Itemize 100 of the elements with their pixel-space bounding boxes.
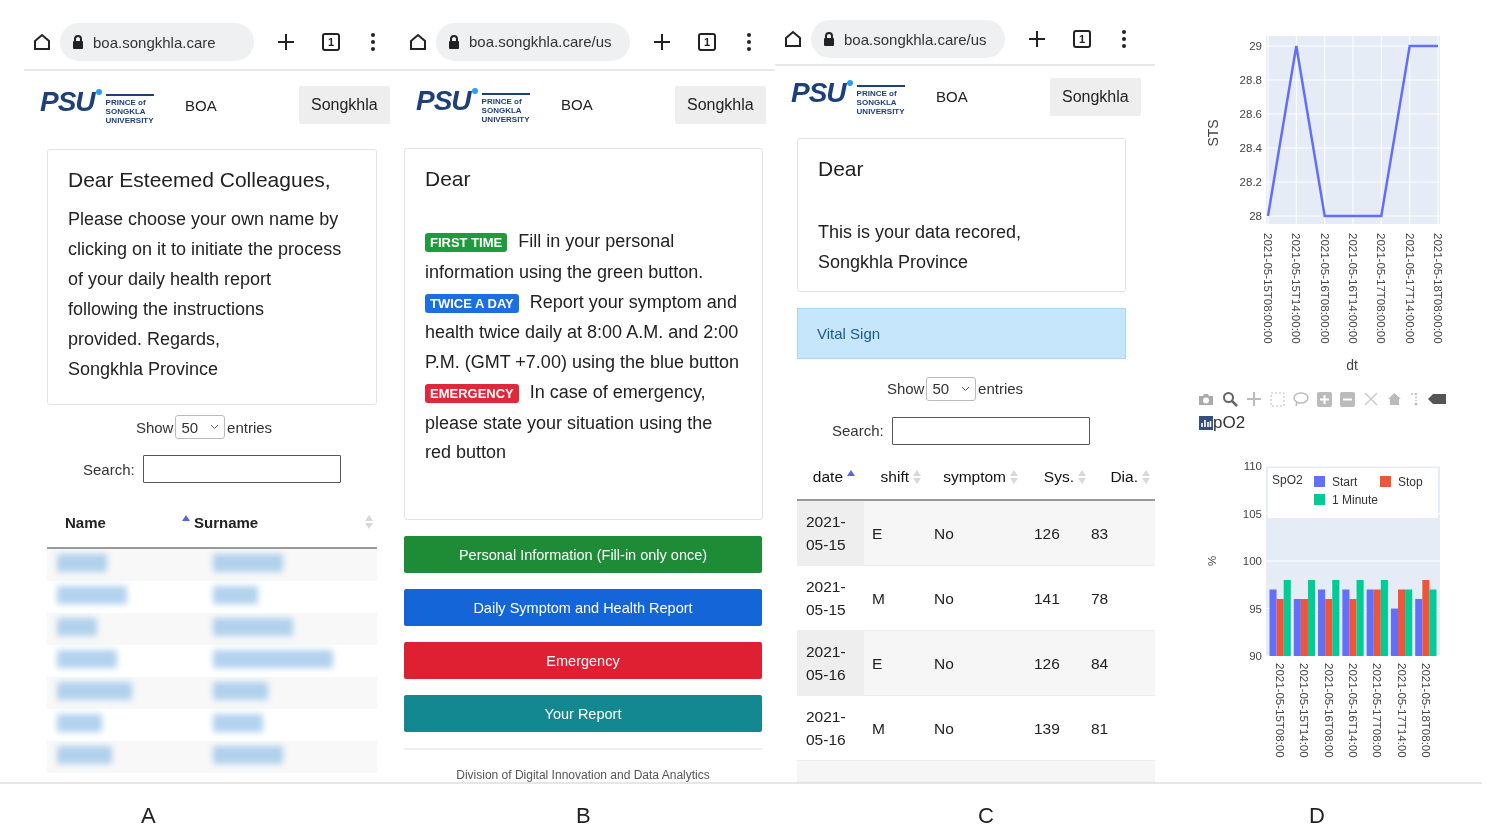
panel-label: A xyxy=(141,803,156,829)
x-axis-title: dt xyxy=(1346,357,1358,373)
address-bar[interactable]: boa.songkhla.care xyxy=(60,23,254,61)
tab-count[interactable]: 1 xyxy=(322,33,340,51)
chevron-icon xyxy=(210,424,220,430)
y-axis-title: STS xyxy=(1205,119,1221,147)
blurred-name[interactable] xyxy=(57,682,132,700)
address-bar[interactable]: boa.songkhla.care/us xyxy=(811,20,1005,59)
logo-mark: PSU xyxy=(416,85,471,117)
sort-ascending-icon[interactable] xyxy=(182,515,190,521)
tab-count[interactable]: 1 xyxy=(698,32,716,51)
home-icon[interactable] xyxy=(783,29,803,50)
section-header[interactable]: Vital Sign xyxy=(797,307,1126,359)
entries-select[interactable]: 50 xyxy=(175,415,226,439)
table-cell-text: 2021-05-16 xyxy=(805,707,847,750)
x-tick-label: 2021-05-15T08:00 xyxy=(1274,663,1287,758)
brand-link[interactable]: BOA xyxy=(561,96,675,113)
blurred-surname[interactable] xyxy=(212,618,293,636)
province-button[interactable]: Songkhla xyxy=(675,85,766,124)
column-header[interactable]: Dia. xyxy=(1110,467,1138,486)
column-header[interactable]: Surname xyxy=(194,513,259,531)
sort-icon[interactable] xyxy=(913,469,921,484)
entries-select[interactable]: 50 xyxy=(926,376,977,401)
box-select-icon[interactable] xyxy=(1270,391,1285,407)
menu-icon[interactable] xyxy=(370,32,376,52)
table-cell-text: M xyxy=(871,718,886,739)
blurred-name[interactable] xyxy=(57,554,107,572)
zoom-icon[interactable] xyxy=(1222,391,1238,407)
instruction-text: EMERGENCY In case of emergency, please state your situation using the red button xyxy=(425,380,714,465)
table-cell: 2021-05-15 xyxy=(797,501,864,565)
blurred-name[interactable] xyxy=(57,714,102,732)
action-button[interactable]: Daily Symptom and Health Report xyxy=(404,589,762,626)
column-header[interactable]: symptom xyxy=(943,467,1006,486)
show-label: Show xyxy=(886,380,925,398)
tag-icon[interactable] xyxy=(1428,394,1446,404)
lasso-icon[interactable] xyxy=(1293,391,1309,407)
x-tick-label: 2021-05-17T14:00:00 xyxy=(1403,233,1416,344)
blurred-name[interactable] xyxy=(57,586,127,604)
x-tick-label: 2021-05-17T14:00 xyxy=(1395,663,1408,758)
url-text: boa.songkhla.care xyxy=(93,33,216,51)
brand-link[interactable]: BOA xyxy=(185,96,299,114)
action-button[interactable]: Personal Information (Fill-in only once) xyxy=(404,536,762,573)
table-cell-text: E xyxy=(871,653,884,674)
autoscale-icon[interactable] xyxy=(1363,391,1379,407)
search-field[interactable] xyxy=(142,455,341,483)
column-header[interactable]: shift xyxy=(880,467,909,486)
x-tick-label: 2021-05-15T14:00 xyxy=(1298,663,1311,758)
search-field[interactable] xyxy=(891,416,1090,445)
x-tick-label: 2021-05-18T08:00:00 xyxy=(1432,233,1444,344)
action-button[interactable]: Emergency xyxy=(404,642,762,679)
y-tick-label: 28.2 xyxy=(1239,176,1262,188)
column-header[interactable]: Name xyxy=(65,513,106,531)
legend-item[interactable]: 1 Minute xyxy=(1314,493,1379,507)
blurred-name[interactable] xyxy=(57,746,112,764)
table-cell-text: 84 xyxy=(1091,653,1110,674)
sort-icon[interactable] xyxy=(1142,469,1150,484)
province-button[interactable]: Songkhla xyxy=(1050,77,1141,116)
legend-title: SpO2 xyxy=(1272,473,1304,487)
message-text: Please choose your own name by clicking on it to initiate the process of your daily health report following the instructions provided. Regards, xyxy=(68,208,342,351)
blurred-surname[interactable] xyxy=(212,650,333,668)
spike-icon[interactable] xyxy=(1410,392,1420,406)
legend-item[interactable]: Start xyxy=(1314,475,1358,489)
y-tick-label: 29 xyxy=(1249,40,1262,52)
table-cell-text: 2021-05-15 xyxy=(805,577,847,620)
plus-icon[interactable] xyxy=(652,31,672,52)
y-tick-label: 95 xyxy=(1249,602,1262,615)
menu-icon[interactable] xyxy=(1121,29,1127,50)
blurred-surname[interactable] xyxy=(212,746,283,764)
entries-label: entries xyxy=(978,380,1024,398)
legend-label: Stop xyxy=(1398,475,1424,489)
legend-item[interactable]: Stop xyxy=(1380,475,1423,489)
blurred-surname[interactable] xyxy=(212,586,258,604)
y-axis-title: % xyxy=(1206,555,1218,567)
blurred-name[interactable] xyxy=(57,650,117,668)
menu-icon[interactable] xyxy=(746,31,752,52)
sort-icon[interactable] xyxy=(1078,469,1086,484)
sort-icon[interactable] xyxy=(1010,469,1018,484)
column-header[interactable]: date xyxy=(812,467,843,486)
blurred-surname[interactable] xyxy=(212,554,283,572)
home-icon[interactable] xyxy=(32,32,52,52)
plus-icon[interactable] xyxy=(276,32,296,52)
province-button[interactable]: Songkhla xyxy=(299,86,390,124)
brand-link[interactable]: BOA xyxy=(936,88,1050,106)
camera-icon[interactable] xyxy=(1198,392,1214,406)
sort-icon[interactable] xyxy=(365,515,373,529)
y-tick-label: 90 xyxy=(1249,650,1262,662)
minus-icon[interactable] xyxy=(1340,391,1355,407)
blurred-name[interactable] xyxy=(57,618,97,636)
blurred-surname[interactable] xyxy=(212,682,268,700)
column-header[interactable]: Sys. xyxy=(1043,467,1074,486)
action-button[interactable]: Your Report xyxy=(404,695,762,732)
plus-icon[interactable] xyxy=(1027,29,1047,50)
message-text: Songkhla Province xyxy=(818,250,970,274)
y-tick-label: 100 xyxy=(1242,555,1262,567)
pan-icon[interactable] xyxy=(1246,391,1262,407)
home-icon[interactable] xyxy=(408,31,428,52)
address-bar[interactable]: boa.songkhla.care/us xyxy=(436,22,630,61)
sort-ascending-icon[interactable] xyxy=(847,469,855,476)
tab-count[interactable]: 1 xyxy=(1073,30,1091,49)
blurred-surname[interactable] xyxy=(212,714,263,732)
